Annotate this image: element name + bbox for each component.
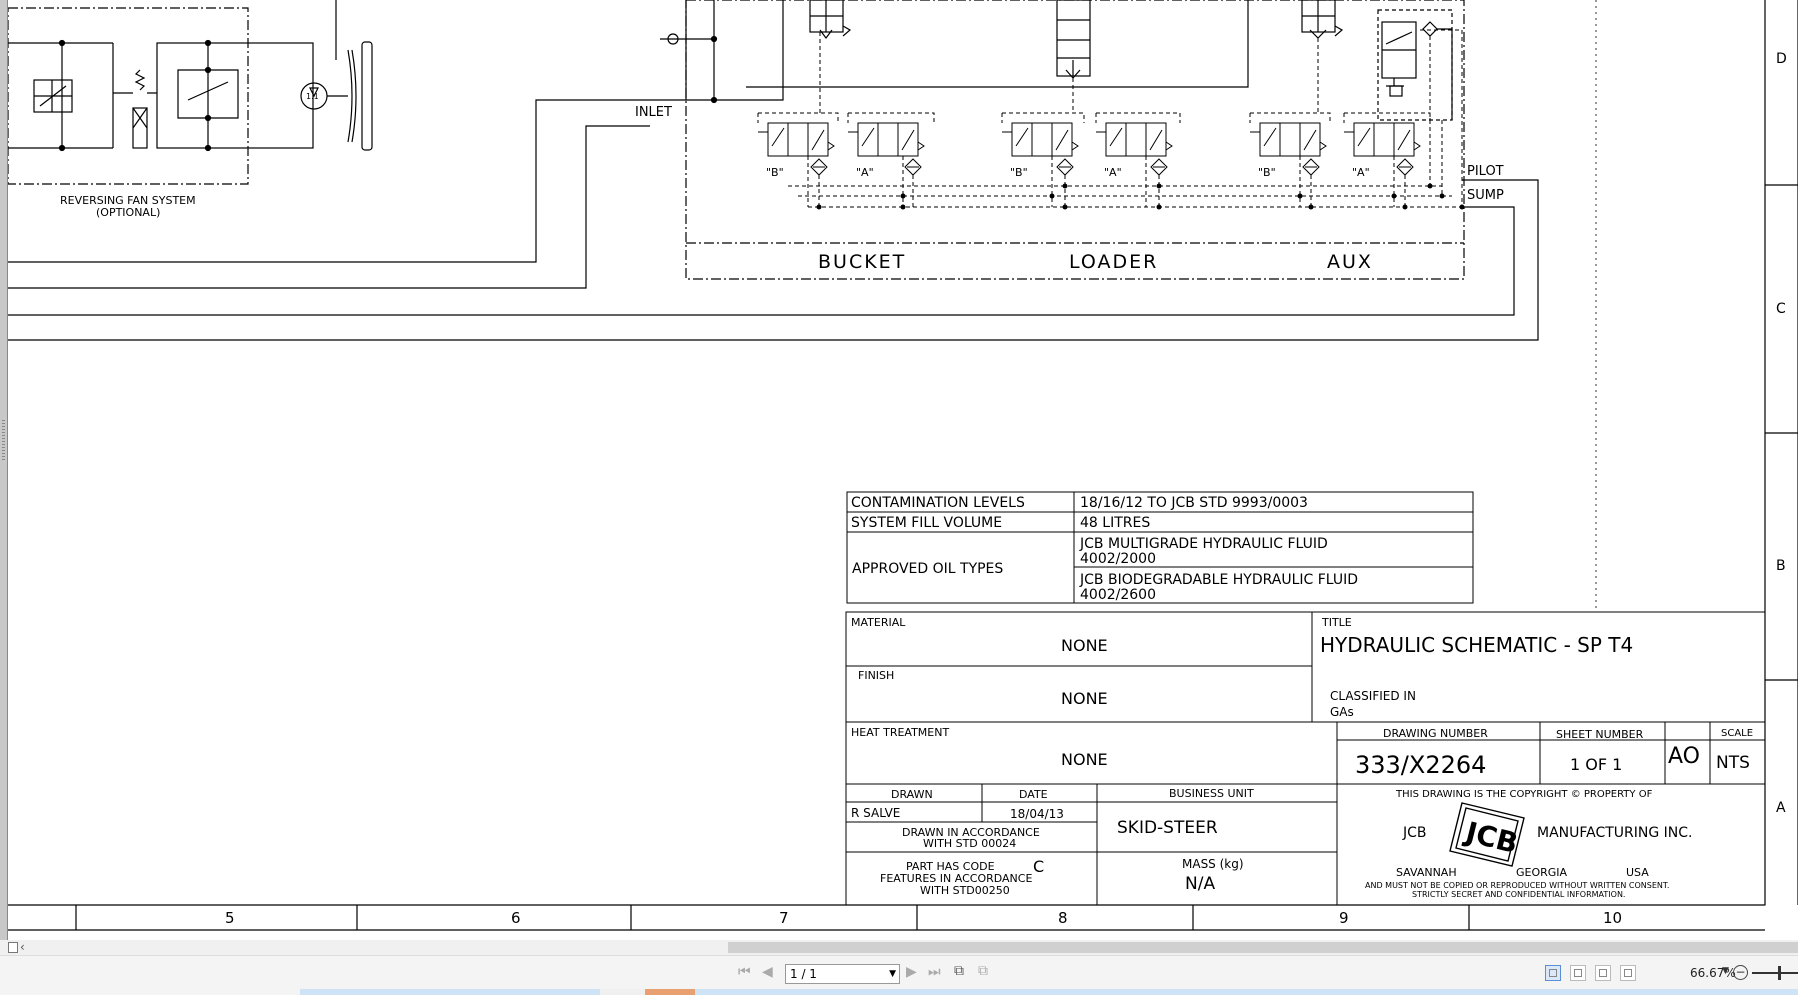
hydraulic-schematic-drawing: D C B A 5 6 7 8 9 10 REVERSING FAN SYSTE… [0,0,1798,931]
valve-label-a: "A" [1104,166,1122,179]
continuous-view-icon[interactable] [1570,965,1586,981]
mass-label: MASS (kg) [1182,857,1244,871]
company-city: SAVANNAH [1396,866,1457,879]
approved-oil-label: APPROVED OIL TYPES [852,561,1003,577]
oil-type-2-name: JCB BIODEGRADABLE HYDRAULIC FLUID [1079,572,1358,588]
contamination-value: 18/16/12 TO JCB STD 9993/0003 [1080,495,1308,511]
page-selector[interactable]: 1 / 1 ▼ [785,964,900,984]
title-label: TITLE [1321,616,1352,629]
date-value: 18/04/13 [1010,807,1064,821]
oil-type-1-code: 4002/2000 [1080,551,1156,567]
mass-value: N/A [1185,874,1215,894]
company-name-right: MANUFACTURING INC. [1537,825,1693,841]
finish-value: NONE [1061,689,1108,708]
pdf-viewer: D C B A 5 6 7 8 9 10 REVERSING FAN SYSTE… [0,0,1798,995]
column-label-8: 8 [1058,909,1068,927]
finish-label: FINISH [858,669,894,682]
row-label-a: A [1776,800,1786,816]
confidential-notice-line1: AND MUST NOT BE COPIED OR REPRODUCED WIT… [1365,881,1669,890]
zoom-out-icon[interactable]: − [1733,965,1748,980]
part-code-letter: C [1033,857,1044,876]
drawing-number-label: DRAWING NUMBER [1383,727,1488,740]
scale-value: NTS [1716,753,1750,773]
single-page-view-icon[interactable] [1545,965,1561,981]
pilot-label: PILOT [1467,164,1504,179]
classified-label: CLASSIFIED IN [1330,689,1416,703]
previous-page-icon[interactable]: ◀ [762,963,773,981]
zoom-slider-handle[interactable] [1778,966,1781,980]
aux-section-label: AUX [1327,251,1373,273]
facing-view-icon[interactable] [1595,965,1611,981]
continuous-facing-view-icon[interactable] [1620,965,1636,981]
page-selector-value: 1 / 1 [790,967,817,981]
material-label: MATERIAL [851,616,906,629]
navigation-pane-edge[interactable] [0,0,8,940]
date-label: DATE [1019,788,1048,801]
valve-label-b: "B" [766,166,784,179]
inlet-label: INLET [635,105,672,120]
horizontal-scroll-thumb[interactable] [728,942,1798,953]
document-page: D C B A 5 6 7 8 9 10 REVERSING FAN SYSTE… [0,0,1798,940]
sheet-number-label: SHEET NUMBER [1556,728,1644,741]
drawn-accordance-line2: WITH STD 00024 [923,837,1016,850]
heat-treatment-value: NONE [1061,750,1108,769]
fan-system-optional-label: (OPTIONAL) [96,206,160,219]
drawn-value: R SALVE [851,806,900,820]
zoom-dropdown-icon[interactable]: ▼ [1722,966,1729,976]
fill-volume-value: 48 LITRES [1080,515,1150,531]
scale-label: SCALE [1721,728,1753,739]
contamination-label: CONTAMINATION LEVELS [851,495,1025,511]
classified-value: GAs [1330,705,1354,719]
column-label-5: 5 [225,909,235,927]
next-view-icon[interactable]: ⧉ [978,962,988,980]
company-country: USA [1626,866,1649,879]
column-label-9: 9 [1339,909,1349,927]
row-label-d: D [1776,51,1787,67]
loader-section-label: LOADER [1069,251,1158,273]
heat-treatment-label: HEAT TREATMENT [851,726,949,739]
taskbar-strip [0,989,1798,995]
drawing-number-value: 333/X2264 [1355,751,1486,779]
copyright-notice: THIS DRAWING IS THE COPYRIGHT © PROPERTY… [1395,789,1653,800]
bucket-section-label: BUCKET [818,251,906,273]
material-value: NONE [1061,636,1108,655]
fan-motor-label: 1.1 [306,92,319,101]
zoom-slider[interactable] [1752,966,1798,980]
fill-volume-label: SYSTEM FILL VOLUME [851,515,1002,531]
valve-label-b: "B" [1258,166,1276,179]
previous-view-icon[interactable]: ⧉ [954,962,964,980]
company-name-left: JCB [1402,825,1427,841]
part-code-accordance-line2: WITH STD00250 [920,884,1010,897]
business-unit-label: BUSINESS UNIT [1169,787,1254,800]
first-page-icon[interactable]: ⏮ [738,963,751,981]
sheet-number-value: 1 OF 1 [1570,755,1622,774]
horizontal-scrollbar[interactable]: ‹ [0,940,1798,955]
oil-type-2-code: 4002/2600 [1080,587,1156,603]
row-label-c: C [1776,301,1786,317]
column-label-10: 10 [1603,909,1622,927]
drawing-title: HYDRAULIC SCHEMATIC - SP T4 [1320,633,1633,657]
sump-label: SUMP [1467,188,1504,203]
last-page-icon[interactable]: ⏭ [928,963,941,981]
oil-type-1-name: JCB MULTIGRADE HYDRAULIC FLUID [1079,536,1328,552]
column-label-6: 6 [511,909,521,927]
row-label-b: B [1776,558,1786,574]
splitter-grip[interactable] [2,420,5,460]
company-state: GEORGIA [1516,866,1568,879]
panel-toggle-icon[interactable] [8,942,18,953]
valve-label-a: "A" [1352,166,1370,179]
confidential-notice-line2: STRICTLY SECRET AND CONFIDENTIAL INFORMA… [1412,890,1625,899]
business-unit-value: SKID-STEER [1117,818,1218,838]
column-label-7: 7 [779,909,789,927]
drawn-label: DRAWN [891,788,933,801]
sheet-size-value: AO [1668,744,1700,769]
chevron-down-icon: ▼ [889,969,896,979]
valve-label-a: "A" [856,166,874,179]
jcb-logo-text: JCB [1461,815,1522,860]
scroll-left-icon[interactable]: ‹ [20,940,25,955]
valve-label-b: "B" [1010,166,1028,179]
next-page-icon[interactable]: ▶ [906,963,917,981]
